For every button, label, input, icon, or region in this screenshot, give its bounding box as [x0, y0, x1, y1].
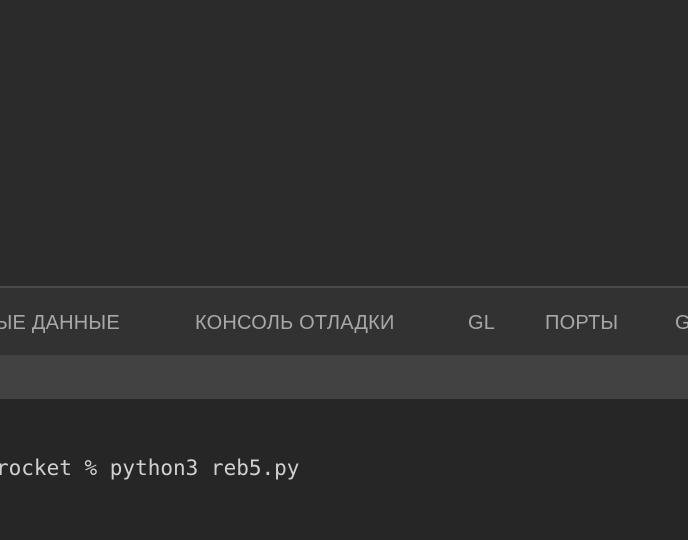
- tab-output-data[interactable]: НЫЕ ДАННЫЕ: [0, 288, 120, 355]
- tab-truncated[interactable]: G: [675, 288, 688, 355]
- editor-area[interactable]: [0, 0, 688, 286]
- panel-toolbar: [0, 355, 688, 399]
- terminal-command-line: rocket % python3 reb5.py: [0, 456, 300, 480]
- terminal[interactable]: rocket % python3 reb5.py: [0, 399, 688, 540]
- vscode-window: НЫЕ ДАННЫЕ КОНСОЛЬ ОТЛАДКИ GL ПОРТЫ G ro…: [0, 0, 688, 540]
- tab-gl[interactable]: GL: [468, 288, 495, 355]
- tab-debug-console[interactable]: КОНСОЛЬ ОТЛАДКИ: [195, 288, 395, 355]
- panel-tab-bar: НЫЕ ДАННЫЕ КОНСОЛЬ ОТЛАДКИ GL ПОРТЫ G: [0, 288, 688, 355]
- tab-ports[interactable]: ПОРТЫ: [545, 288, 618, 355]
